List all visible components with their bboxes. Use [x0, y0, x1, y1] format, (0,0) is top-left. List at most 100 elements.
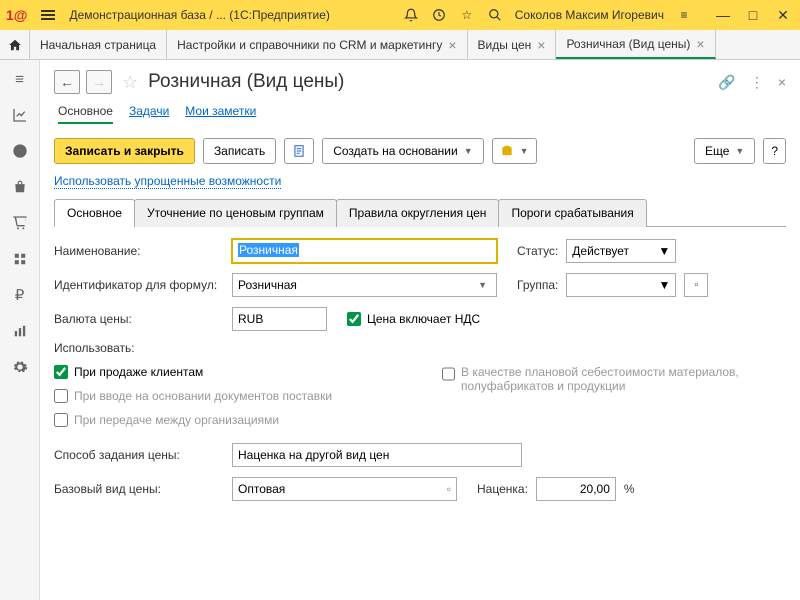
- star-icon[interactable]: ☆: [459, 7, 475, 23]
- close-icon[interactable]: ×: [537, 37, 545, 53]
- inner-tab-main[interactable]: Основное: [54, 199, 135, 227]
- sidebar-chart-icon[interactable]: [9, 104, 31, 126]
- status-select[interactable]: Действует▼: [566, 239, 676, 263]
- close-button[interactable]: ✕: [772, 4, 794, 26]
- chevron-down-icon: ▼: [658, 244, 670, 258]
- simplified-link-row: Использовать упрощенные возможности: [54, 174, 786, 188]
- search-icon[interactable]: [487, 7, 503, 23]
- chevron-down-icon: ▼: [474, 280, 491, 290]
- tab-crm[interactable]: Настройки и справочники по CRM и маркети…: [167, 30, 467, 59]
- page-header-actions: 🔗 ⋮ ×: [718, 74, 786, 91]
- tab-price-types[interactable]: Виды цен ×: [468, 30, 557, 59]
- subnav-tasks[interactable]: Задачи: [129, 104, 169, 124]
- markup-label: Наценка:: [477, 482, 528, 496]
- sidebar-pie-icon[interactable]: [9, 140, 31, 162]
- tab-label: Настройки и справочники по CRM и маркети…: [177, 38, 442, 52]
- close-icon[interactable]: ×: [696, 36, 704, 52]
- method-input[interactable]: [232, 443, 522, 467]
- sidebar-menu-icon[interactable]: ≡: [9, 68, 31, 90]
- help-button[interactable]: ?: [763, 138, 786, 164]
- content: ← → ☆ Розничная (Вид цены) 🔗 ⋮ × Основно…: [40, 60, 800, 600]
- vat-checkbox-input[interactable]: [347, 312, 361, 326]
- title-icons: ☆ Соколов Максим Игоревич ≡: [403, 7, 692, 23]
- tab-start[interactable]: Начальная страница: [30, 30, 167, 59]
- markup-unit: %: [624, 482, 635, 496]
- method-label: Способ задания цены:: [54, 448, 224, 462]
- tab-label: Виды цен: [478, 38, 532, 52]
- user-name[interactable]: Соколов Максим Игоревич: [515, 8, 664, 22]
- subnav-main[interactable]: Основное: [58, 104, 113, 124]
- link-icon[interactable]: 🔗: [718, 74, 735, 91]
- save-button[interactable]: Записать: [203, 138, 276, 164]
- user-menu-icon[interactable]: ≡: [676, 7, 692, 23]
- window-tabs: Начальная страница Настройки и справочни…: [0, 30, 800, 60]
- chk-supply[interactable]: При вводе на основании документов постав…: [54, 389, 434, 403]
- toolbar: Записать и закрыть Записать Создать на о…: [54, 138, 786, 164]
- page-header: ← → ☆ Розничная (Вид цены) 🔗 ⋮ ×: [54, 70, 786, 94]
- chk-transfer[interactable]: При передаче между организациями: [54, 413, 434, 427]
- name-input[interactable]: Розничная: [232, 239, 497, 263]
- kebab-icon[interactable]: ⋮: [750, 74, 764, 91]
- window-controls: — □ ✕: [712, 4, 794, 26]
- sidebar-bag-icon[interactable]: [9, 176, 31, 198]
- sidebar-gear-icon[interactable]: [9, 356, 31, 378]
- form: Наименование: Розничная Статус: Действуе…: [54, 239, 786, 501]
- subnav-notes[interactable]: Мои заметки: [185, 104, 256, 124]
- close-page-icon[interactable]: ×: [778, 74, 786, 90]
- group-open-button[interactable]: ▫: [684, 273, 708, 297]
- bell-icon[interactable]: [403, 7, 419, 23]
- chevron-down-icon: ▼: [520, 146, 529, 156]
- history-icon[interactable]: [431, 7, 447, 23]
- favorite-star-icon[interactable]: ☆: [122, 72, 138, 93]
- sidebar-grid-icon[interactable]: [9, 248, 31, 270]
- sidebar-ruble-icon[interactable]: ₽: [9, 284, 31, 306]
- vat-checkbox[interactable]: Цена включает НДС: [347, 312, 480, 326]
- report-button[interactable]: [284, 138, 314, 164]
- inner-tab-thresholds[interactable]: Пороги срабатывания: [498, 199, 646, 227]
- sidebar: ≡ ₽: [0, 60, 40, 600]
- inner-tabs: Основное Уточнение по ценовым группам Пр…: [54, 198, 786, 227]
- tab-label: Розничная (Вид цены): [566, 37, 690, 51]
- chk-sale[interactable]: При продаже клиентам: [54, 365, 434, 379]
- app-title: Демонстрационная база / ... (1С:Предприя…: [69, 8, 329, 22]
- titlebar: 1@ Демонстрационная база / ... (1С:Предп…: [0, 0, 800, 30]
- chk-plan[interactable]: В качестве плановой себестоимости матери…: [442, 365, 742, 393]
- menu-icon[interactable]: [37, 6, 59, 24]
- status-label: Статус:: [517, 244, 558, 258]
- maximize-button[interactable]: □: [742, 4, 764, 26]
- id-label: Идентификатор для формул:: [54, 278, 224, 292]
- group-select[interactable]: ▼: [566, 273, 676, 297]
- tab-retail[interactable]: Розничная (Вид цены) ×: [556, 30, 715, 59]
- chevron-down-icon: ▼: [658, 278, 670, 292]
- currency-label: Валюта цены:: [54, 312, 224, 326]
- logo-1c: 1@: [6, 7, 27, 23]
- nav-back-button[interactable]: ←: [54, 70, 80, 94]
- inner-tab-refine[interactable]: Уточнение по ценовым группам: [134, 199, 337, 227]
- markup-input[interactable]: [536, 477, 616, 501]
- currency-input[interactable]: [232, 307, 327, 331]
- simplified-link[interactable]: Использовать упрощенные возможности: [54, 174, 281, 189]
- open-icon[interactable]: ▫: [447, 482, 451, 496]
- sidebar-bars-icon[interactable]: [9, 320, 31, 342]
- save-close-button[interactable]: Записать и закрыть: [54, 138, 195, 164]
- nav-forward-button[interactable]: →: [86, 70, 112, 94]
- page-title: Розничная (Вид цены): [148, 71, 344, 93]
- group-label: Группа:: [517, 278, 558, 292]
- base-input[interactable]: Оптовая ▫: [232, 477, 457, 501]
- more-button[interactable]: Еще▼: [694, 138, 755, 164]
- subnav: Основное Задачи Мои заметки: [54, 104, 786, 124]
- chevron-down-icon: ▼: [735, 146, 744, 156]
- name-label: Наименование:: [54, 244, 224, 258]
- close-icon[interactable]: ×: [448, 37, 456, 53]
- main-area: ≡ ₽ ← → ☆ Розничная (Вид цены): [0, 60, 800, 600]
- create-based-button[interactable]: Создать на основании▼: [322, 138, 483, 164]
- inner-tab-rounding[interactable]: Правила округления цен: [336, 199, 500, 227]
- minimize-button[interactable]: —: [712, 4, 734, 26]
- attach-button[interactable]: ▼: [492, 138, 537, 164]
- use-label: Использовать:: [54, 341, 135, 355]
- id-input[interactable]: Розничная▼: [232, 273, 497, 297]
- sidebar-cart-icon[interactable]: [9, 212, 31, 234]
- home-tab-icon[interactable]: [0, 30, 30, 59]
- tab-label: Начальная страница: [40, 38, 156, 52]
- base-label: Базовый вид цены:: [54, 482, 224, 496]
